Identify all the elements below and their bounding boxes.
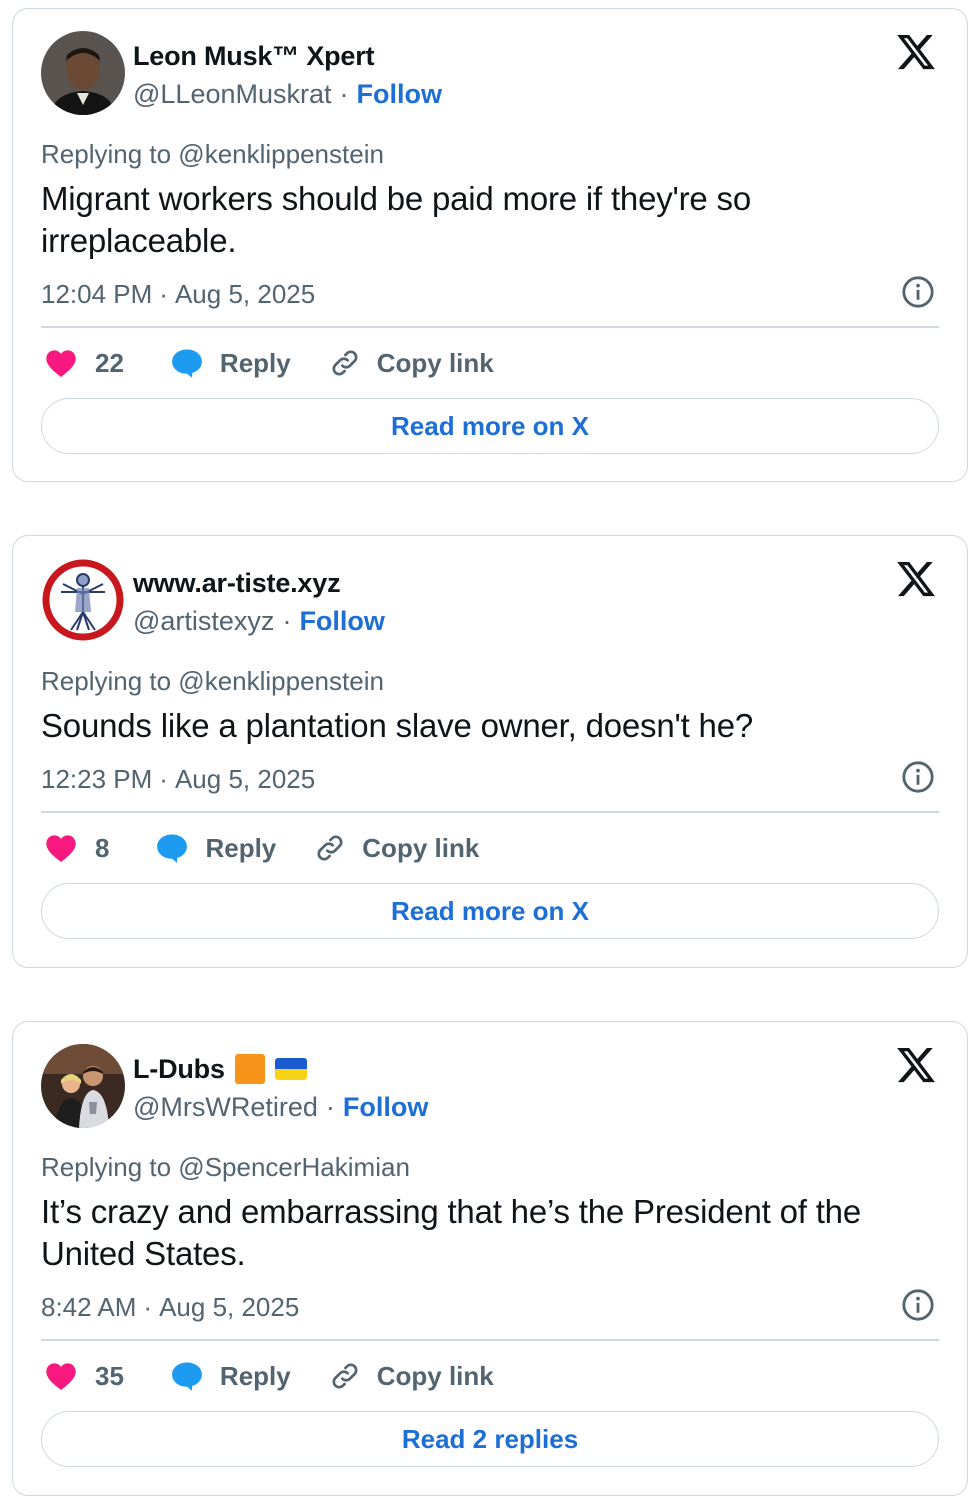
x-logo-icon[interactable] — [895, 558, 937, 600]
heart-icon — [46, 1363, 76, 1390]
timestamp[interactable]: 12:23 PM · Aug 5, 2025 — [41, 764, 315, 795]
like-count: 8 — [95, 832, 110, 863]
action-bar: 35 Reply Copy link — [45, 1356, 494, 1396]
display-name[interactable]: www.ar-tiste.xyz — [133, 568, 341, 599]
read-more-button[interactable]: Read more on X — [41, 883, 939, 939]
display-name[interactable]: Leon Musk™ Xpert — [133, 41, 375, 72]
separator-dot: · — [339, 78, 349, 109]
timestamp[interactable]: 12:04 PM · Aug 5, 2025 — [41, 279, 315, 310]
follow-button[interactable]: Follow — [357, 79, 442, 110]
user-handle[interactable]: @MrsWRetired — [133, 1092, 318, 1123]
read-more-button[interactable]: Read more on X — [41, 398, 939, 454]
divider — [41, 811, 939, 813]
avatar[interactable] — [41, 558, 125, 642]
ukraine-flag-icon — [274, 1058, 307, 1080]
tweet-text: Sounds like a plantation slave owner, do… — [41, 707, 753, 744]
timestamp[interactable]: 8:42 AM · Aug 5, 2025 — [41, 1292, 299, 1323]
speech-bubble-icon — [172, 1362, 202, 1391]
speech-bubble-icon — [157, 834, 188, 863]
copy-link-label: Copy link — [362, 832, 480, 863]
copy-link-button[interactable]: Copy link — [329, 1360, 494, 1392]
info-icon[interactable] — [901, 760, 935, 794]
copy-link-label: Copy link — [376, 1360, 494, 1391]
like-count: 22 — [95, 347, 124, 378]
tweet-date: Aug 5, 2025 — [159, 1292, 300, 1322]
reply-label: Reply — [205, 832, 277, 863]
link-icon — [332, 1363, 358, 1389]
reply-button[interactable]: Reply — [170, 347, 329, 379]
replying-to: Replying to @kenklippenstein — [41, 139, 384, 169]
divider — [41, 326, 939, 328]
tweet-time: 12:23 PM — [41, 764, 153, 794]
follow-button[interactable]: Follow — [299, 606, 384, 637]
info-icon[interactable] — [901, 1288, 935, 1322]
separator-dot: · — [159, 279, 168, 309]
tweet-date: Aug 5, 2025 — [174, 764, 316, 794]
tweet-text: Migrant workers should be paid more if t… — [41, 180, 751, 259]
tweet-time: 12:04 PM — [41, 279, 153, 309]
replying-to: Replying to @kenklippenstein — [41, 666, 384, 696]
separator-dot: · — [159, 764, 168, 794]
follow-button[interactable]: Follow — [343, 1092, 428, 1123]
action-bar: 22 Reply Copy link — [45, 343, 494, 383]
tweet-card: Leon Musk™ Xpert @LLeonMuskrat · Follow … — [12, 8, 968, 482]
replying-to: Replying to @SpencerHakimian — [41, 1152, 410, 1182]
avatar[interactable] — [41, 31, 125, 115]
read-replies-button[interactable]: Read 2 replies — [41, 1411, 939, 1467]
user-handle[interactable]: @LLeonMuskrat — [133, 79, 332, 110]
like-button[interactable]: 8 — [45, 833, 155, 864]
like-button[interactable]: 22 — [45, 348, 170, 379]
copy-link-label: Copy link — [376, 347, 494, 378]
x-logo-icon[interactable] — [895, 31, 937, 73]
tweet-text: It’s crazy and embarrassing that he’s th… — [41, 1193, 861, 1272]
copy-link-button[interactable]: Copy link — [329, 347, 494, 379]
speech-bubble-icon — [172, 349, 202, 378]
tweet-date: Aug 5, 2025 — [174, 279, 316, 309]
link-icon — [332, 350, 358, 376]
x-logo-icon[interactable] — [895, 1044, 937, 1086]
tweet-card: www.ar-tiste.xyz @artistexyz · Follow Re… — [12, 535, 968, 968]
copy-link-button[interactable]: Copy link — [314, 832, 479, 864]
avatar[interactable] — [41, 1044, 125, 1128]
heart-icon — [46, 350, 76, 377]
link-icon — [317, 835, 343, 861]
divider — [41, 1339, 939, 1341]
like-count: 35 — [95, 1360, 124, 1391]
reply-label: Reply — [219, 347, 291, 378]
separator-dot: · — [325, 1091, 335, 1122]
separator-dot: · — [143, 1292, 153, 1322]
heart-icon — [46, 835, 76, 862]
reply-button[interactable]: Reply — [155, 832, 314, 864]
orange-square-icon — [234, 1054, 265, 1084]
reply-button[interactable]: Reply — [170, 1360, 329, 1392]
info-icon[interactable] — [901, 275, 935, 309]
action-bar: 8 Reply Copy link — [45, 828, 479, 868]
separator-dot: · — [282, 605, 292, 636]
like-button[interactable]: 35 — [45, 1361, 170, 1392]
display-name[interactable]: L-Dubs — [133, 1054, 225, 1085]
reply-label: Reply — [219, 1360, 291, 1391]
user-handle[interactable]: @artistexyz — [133, 606, 274, 637]
tweet-card: L-Dubs @MrsWRetired · Follow Replying to… — [12, 1021, 968, 1496]
tweet-time: 8:42 AM — [41, 1292, 137, 1322]
